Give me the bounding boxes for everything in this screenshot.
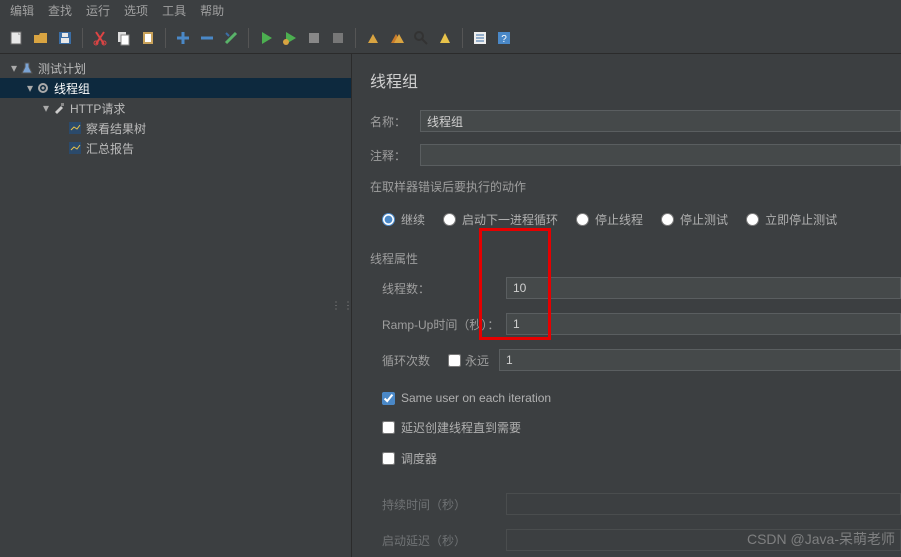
scheduler-checkbox[interactable]: 调度器 xyxy=(382,450,437,467)
help-icon[interactable]: ? xyxy=(493,27,515,49)
collapse-icon[interactable] xyxy=(196,27,218,49)
radio-stop-test[interactable]: 停止测试 xyxy=(661,211,728,228)
toolbar: ? xyxy=(0,23,901,54)
toggle-icon[interactable] xyxy=(220,27,242,49)
radio-stop-now[interactable]: 立即停止测试 xyxy=(746,211,837,228)
tree-label: 测试计划 xyxy=(38,60,86,77)
stop-icon[interactable] xyxy=(303,27,325,49)
splitter-handle[interactable]: ⋮⋮ xyxy=(331,300,355,311)
chart-icon xyxy=(68,121,82,135)
tree-summary-report[interactable]: 汇总报告 xyxy=(0,138,351,158)
main-panel: 线程组 名称： 注释： 在取样器错误后要执行的动作 继续 启动下一进程循环 停止… xyxy=(352,54,901,557)
separator xyxy=(165,28,166,48)
separator xyxy=(248,28,249,48)
function-helper-icon[interactable] xyxy=(469,27,491,49)
watermark: CSDN @Java-呆萌老师 xyxy=(747,529,895,549)
rampup-input[interactable] xyxy=(506,313,901,335)
panel-title: 线程组 xyxy=(370,68,901,92)
radio-continue[interactable]: 继续 xyxy=(382,211,425,228)
separator xyxy=(462,28,463,48)
tree-http-request[interactable]: ▾ HTTP请求 xyxy=(0,98,351,118)
tree-label: 察看结果树 xyxy=(86,120,146,137)
tree-label: HTTP请求 xyxy=(70,100,125,117)
name-label: 名称： xyxy=(370,113,412,130)
cut-icon[interactable] xyxy=(89,27,111,49)
start-icon[interactable] xyxy=(255,27,277,49)
on-error-radio-group: 继续 启动下一进程循环 停止线程 停止测试 立即停止测试 xyxy=(370,205,901,240)
start-no-timers-icon[interactable] xyxy=(279,27,301,49)
loop-forever-checkbox[interactable]: 永远 xyxy=(448,352,489,369)
menu-help[interactable]: 帮助 xyxy=(200,2,224,19)
threads-input[interactable] xyxy=(506,277,901,299)
copy-icon[interactable] xyxy=(113,27,135,49)
menu-find[interactable]: 查找 xyxy=(48,2,72,19)
clear-all-icon[interactable] xyxy=(386,27,408,49)
duration-input xyxy=(506,493,901,515)
clear-icon[interactable] xyxy=(362,27,384,49)
reset-search-icon[interactable] xyxy=(434,27,456,49)
flask-icon xyxy=(20,61,34,75)
delay-create-checkbox[interactable]: 延迟创建线程直到需要 xyxy=(382,419,521,436)
loop-input[interactable] xyxy=(499,349,901,371)
startup-delay-label: 启动延迟（秒） xyxy=(370,532,500,549)
on-error-title: 在取样器错误后要执行的动作 xyxy=(370,178,901,195)
tree-test-plan[interactable]: ▾ 测试计划 xyxy=(0,58,351,78)
tree-panel: ▾ 测试计划 ▾ 线程组 ▾ HTTP请求 察看结果树 汇总报告 ⋮⋮ xyxy=(0,54,352,557)
chevron-down-icon[interactable]: ▾ xyxy=(24,81,36,95)
menu-edit[interactable]: 编辑 xyxy=(10,2,34,19)
save-icon[interactable] xyxy=(54,27,76,49)
radio-next-loop[interactable]: 启动下一进程循环 xyxy=(443,211,558,228)
svg-text:?: ? xyxy=(501,34,507,45)
gear-icon xyxy=(36,81,50,95)
same-user-checkbox[interactable]: Same user on each iteration xyxy=(382,391,551,405)
expand-icon[interactable] xyxy=(172,27,194,49)
separator xyxy=(82,28,83,48)
menu-tools[interactable]: 工具 xyxy=(162,2,186,19)
tree-view-results[interactable]: 察看结果树 xyxy=(0,118,351,138)
chevron-down-icon[interactable]: ▾ xyxy=(40,101,52,115)
pipette-icon xyxy=(52,101,66,115)
chart-icon xyxy=(68,141,82,155)
radio-stop-thread[interactable]: 停止线程 xyxy=(576,211,643,228)
menu-bar: 编辑 查找 运行 选项 工具 帮助 xyxy=(0,0,901,23)
shutdown-icon[interactable] xyxy=(327,27,349,49)
paste-icon[interactable] xyxy=(137,27,159,49)
chevron-down-icon[interactable]: ▾ xyxy=(8,61,20,75)
tree-label: 线程组 xyxy=(54,80,90,97)
name-input[interactable] xyxy=(420,110,901,132)
tree-label: 汇总报告 xyxy=(86,140,134,157)
comment-input[interactable] xyxy=(420,144,901,166)
comment-label: 注释： xyxy=(370,147,412,164)
open-icon[interactable] xyxy=(30,27,52,49)
new-icon[interactable] xyxy=(6,27,28,49)
search-icon[interactable] xyxy=(410,27,432,49)
menu-run[interactable]: 运行 xyxy=(86,2,110,19)
duration-label: 持续时间（秒） xyxy=(370,496,500,513)
thread-props-title: 线程属性 xyxy=(370,250,901,267)
separator xyxy=(355,28,356,48)
tree-thread-group[interactable]: ▾ 线程组 xyxy=(0,78,351,98)
threads-label: 线程数： xyxy=(370,280,500,297)
loop-label: 循环次数 xyxy=(370,352,442,369)
menu-options[interactable]: 选项 xyxy=(124,2,148,19)
rampup-label: Ramp-Up时间（秒）： xyxy=(370,316,500,333)
